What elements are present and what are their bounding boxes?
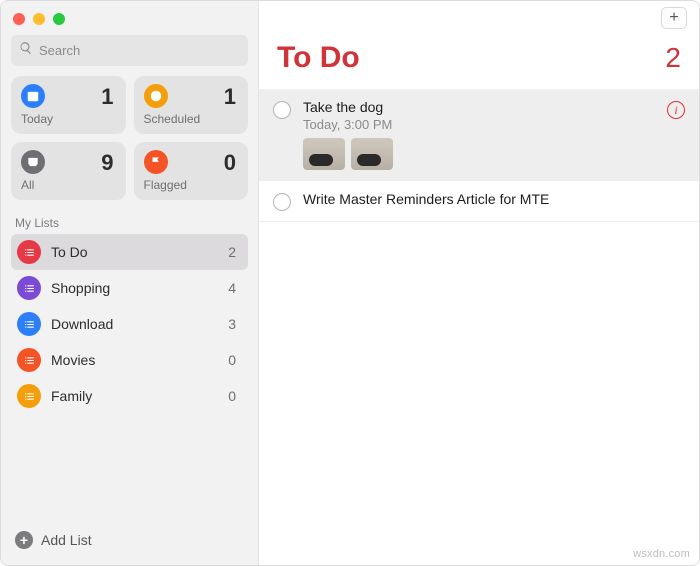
attachment-thumbnail[interactable] <box>351 138 393 170</box>
sidebar-list-movies[interactable]: Movies0 <box>11 342 248 378</box>
tile-count: 9 <box>101 150 113 176</box>
list-count: 3 <box>228 316 242 332</box>
list-name: Movies <box>51 352 228 368</box>
plus-icon: + <box>669 9 678 27</box>
flag-icon <box>144 150 168 174</box>
sidebar-list-todo[interactable]: To Do2 <box>11 234 248 270</box>
lists-container: To Do2Shopping4Download3Movies0Family0 <box>11 234 248 414</box>
minimize-window-button[interactable] <box>33 13 45 25</box>
new-reminder-button[interactable]: + <box>661 7 687 29</box>
reminder-title: Take the dog <box>303 99 659 115</box>
list-bullet-icon <box>17 348 41 372</box>
list-name: Family <box>51 388 228 404</box>
window-controls <box>11 11 248 35</box>
list-name: To Do <box>51 244 228 260</box>
clock-icon <box>144 84 168 108</box>
list-bullet-icon <box>17 240 41 264</box>
list-name: Download <box>51 316 228 332</box>
search-icon <box>19 41 39 60</box>
tray-icon <box>21 150 45 174</box>
tile-count: 1 <box>101 84 113 110</box>
reminders-list: Take the dog Today, 3:00 PM i Write Master … <box>259 89 699 222</box>
attachment-thumbnail[interactable] <box>303 138 345 170</box>
tile-label: Today <box>21 112 116 126</box>
attachment-row <box>303 138 659 170</box>
main-panel: + To Do 2 Take the dog Today, 3:00 PM i Wri… <box>259 1 699 565</box>
list-bullet-icon <box>17 384 41 408</box>
sidebar-list-shopping[interactable]: Shopping4 <box>11 270 248 306</box>
tile-flagged[interactable]: Flagged 0 <box>134 142 249 200</box>
list-total-count: 2 <box>665 42 681 74</box>
lists-section-header: My Lists <box>11 210 248 234</box>
reminder-item[interactable]: Write Master Reminders Article for MTE <box>259 181 699 222</box>
spacer <box>11 414 248 525</box>
tile-label: Flagged <box>144 178 239 192</box>
list-count: 4 <box>228 280 242 296</box>
tile-label: Scheduled <box>144 112 239 126</box>
reminder-title: Write Master Reminders Article for MTE <box>303 191 685 207</box>
fullscreen-window-button[interactable] <box>53 13 65 25</box>
info-icon[interactable]: i <box>667 101 685 119</box>
complete-toggle[interactable] <box>273 193 291 211</box>
sidebar-list-family[interactable]: Family0 <box>11 378 248 414</box>
sidebar: Today 1 Scheduled 1 All 9 Flagged 0 My L… <box>1 1 259 565</box>
list-count: 0 <box>228 352 242 368</box>
tile-label: All <box>21 178 116 192</box>
plus-icon: + <box>15 531 33 549</box>
reminder-subtitle: Today, 3:00 PM <box>303 117 659 132</box>
tile-count: 1 <box>224 84 236 110</box>
watermark: wsxdn.com <box>633 548 690 560</box>
reminder-body: Take the dog Today, 3:00 PM <box>303 99 659 170</box>
list-count: 2 <box>228 244 242 260</box>
tile-all[interactable]: All 9 <box>11 142 126 200</box>
search-input[interactable] <box>39 43 240 58</box>
calendar-icon <box>21 84 45 108</box>
list-title: To Do <box>277 41 360 75</box>
tile-count: 0 <box>224 150 236 176</box>
reminder-body: Write Master Reminders Article for MTE <box>303 191 685 211</box>
tile-today[interactable]: Today 1 <box>11 76 126 134</box>
add-list-label: Add List <box>41 532 92 548</box>
toolbar: + <box>259 1 699 35</box>
add-list-button[interactable]: + Add List <box>11 525 248 555</box>
close-window-button[interactable] <box>13 13 25 25</box>
reminder-item[interactable]: Take the dog Today, 3:00 PM i <box>259 89 699 181</box>
smart-lists-grid: Today 1 Scheduled 1 All 9 Flagged 0 <box>11 76 248 200</box>
list-bullet-icon <box>17 276 41 300</box>
list-header: To Do 2 <box>259 35 699 89</box>
sidebar-list-download[interactable]: Download3 <box>11 306 248 342</box>
list-count: 0 <box>228 388 242 404</box>
app-window: Today 1 Scheduled 1 All 9 Flagged 0 My L… <box>0 0 700 566</box>
complete-toggle[interactable] <box>273 101 291 119</box>
list-bullet-icon <box>17 312 41 336</box>
tile-scheduled[interactable]: Scheduled 1 <box>134 76 249 134</box>
search-field[interactable] <box>11 35 248 66</box>
list-name: Shopping <box>51 280 228 296</box>
